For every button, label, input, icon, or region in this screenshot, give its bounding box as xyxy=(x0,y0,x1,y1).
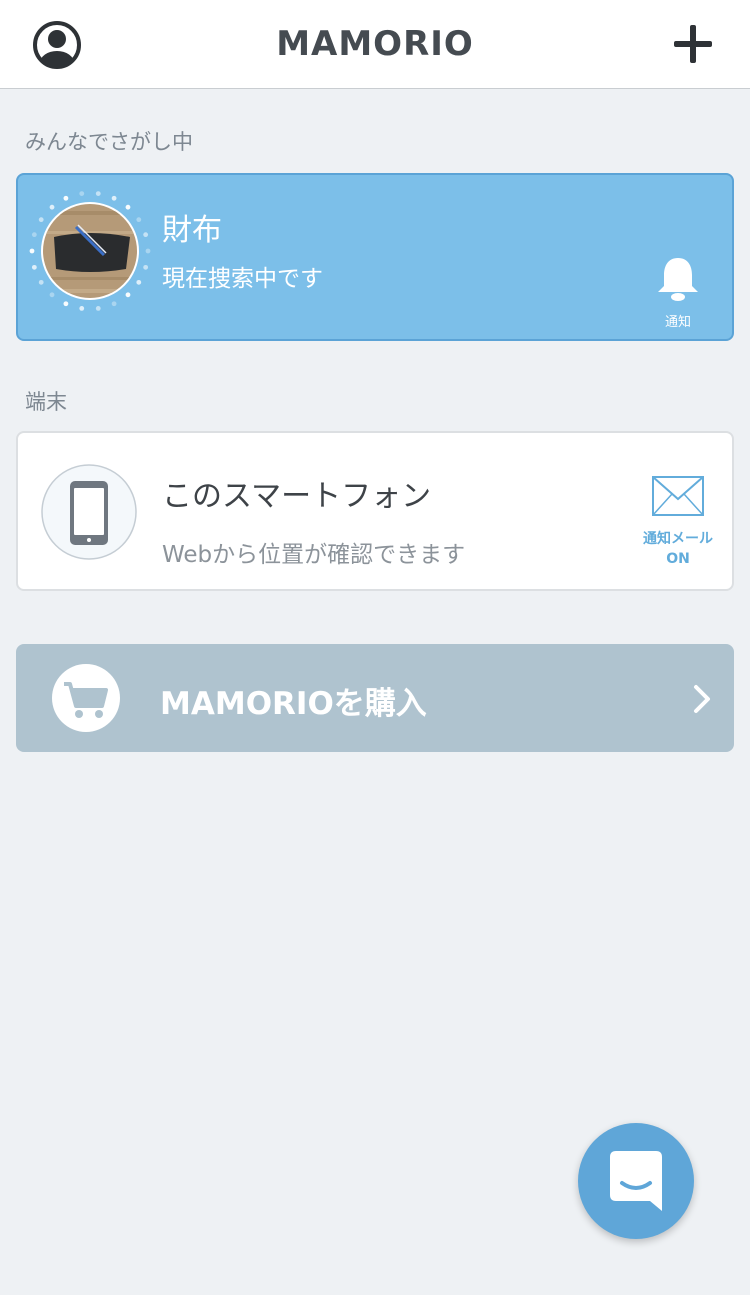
search-pulse-dot xyxy=(95,306,101,311)
mail-notify-state: ON xyxy=(666,551,690,567)
search-pulse-dot xyxy=(111,301,117,307)
searching-item-card[interactable]: 財布 現在捜索中です 通知 xyxy=(16,173,734,341)
chat-button[interactable] xyxy=(578,1123,694,1239)
bell-icon xyxy=(658,258,698,301)
search-pulse-dot xyxy=(38,217,44,223)
search-pulse-dot xyxy=(31,232,37,238)
purchase-label: MAMORIOを購入 xyxy=(160,686,427,722)
chat-bubble-icon xyxy=(610,1151,662,1211)
device-item-status: Webから位置が確認できます xyxy=(162,542,466,568)
search-pulse-dot xyxy=(143,264,149,270)
add-item-button[interactable] xyxy=(670,21,716,67)
search-pulse-dot xyxy=(145,248,151,254)
search-pulse-dot xyxy=(38,279,44,285)
search-pulse-dot xyxy=(111,195,117,201)
search-pulse-dot xyxy=(136,279,142,285)
search-pulse-dot xyxy=(143,232,149,238)
plus-icon xyxy=(674,25,712,63)
search-pulse-dot xyxy=(49,204,55,210)
mail-notify-label: 通知メール xyxy=(643,531,713,547)
search-pulse-dot xyxy=(79,191,85,196)
mail-notify-toggle[interactable]: 通知メール ON xyxy=(636,475,720,569)
search-pulse-dot xyxy=(95,191,101,196)
search-pulse-dot xyxy=(136,217,142,223)
purchase-button[interactable]: MAMORIOを購入 xyxy=(16,644,734,752)
device-item-card[interactable]: このスマートフォン Webから位置が確認できます 通知メール ON xyxy=(16,431,734,591)
search-pulse-dot xyxy=(49,292,55,298)
search-pulse-dot xyxy=(31,264,37,270)
smartphone-icon xyxy=(41,464,137,560)
app-logo: MAMORIO xyxy=(276,24,474,64)
search-pulse-dot xyxy=(29,248,35,254)
app-header: MAMORIO xyxy=(0,0,750,89)
section-label-devices: 端末 xyxy=(25,390,67,414)
section-label-searching: みんなでさがし中 xyxy=(25,130,193,154)
cart-icon xyxy=(52,664,120,732)
search-pulse-dot xyxy=(79,306,85,311)
chevron-right-icon xyxy=(694,685,710,713)
search-pulse-dot xyxy=(125,204,131,210)
notify-label: 通知 xyxy=(664,315,691,330)
search-pulse-dot xyxy=(63,195,69,201)
envelope-icon xyxy=(652,476,704,516)
wallet-photo xyxy=(29,191,151,311)
searching-item-name: 財布 xyxy=(162,213,222,248)
search-pulse-dot xyxy=(63,301,69,307)
searching-item-status: 現在捜索中です xyxy=(162,266,323,292)
search-pulse-dot xyxy=(125,292,131,298)
device-item-name: このスマートフォン xyxy=(162,479,432,514)
notify-button[interactable]: 通知 xyxy=(650,255,706,330)
